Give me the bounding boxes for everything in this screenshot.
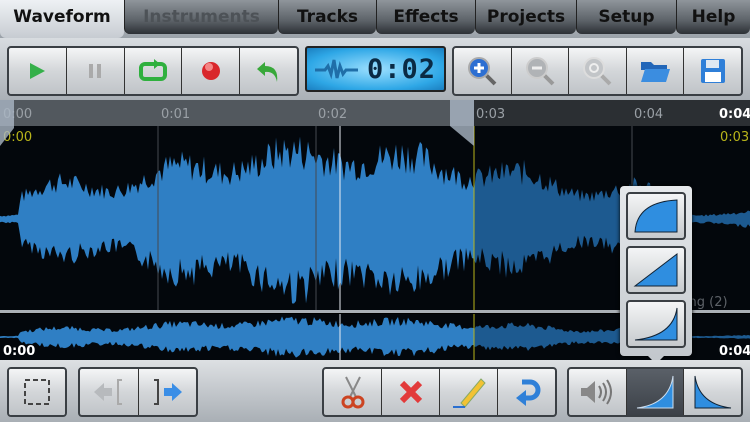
zoom-out-button[interactable] <box>511 48 569 94</box>
draw-button[interactable] <box>440 369 497 415</box>
file-zoom-group <box>452 46 743 96</box>
fade-linear-icon <box>633 252 678 287</box>
scissors-icon <box>341 376 364 409</box>
record-button[interactable] <box>182 48 240 94</box>
play-button[interactable] <box>9 48 66 94</box>
tab-effects[interactable]: Effects <box>376 0 475 34</box>
pause-button[interactable] <box>66 48 124 94</box>
tick-label: 0:04 <box>634 107 664 122</box>
end-time-label: 0:04 <box>719 107 750 122</box>
tab-projects[interactable]: Projects <box>475 0 576 34</box>
fade-convex-button[interactable] <box>626 192 686 240</box>
tab-bar: Waveform Instruments Tracks Effects Proj… <box>0 0 750 38</box>
open-button[interactable] <box>626 48 684 94</box>
extend-left-button[interactable] <box>80 369 138 415</box>
tick-label: 0:02 <box>318 107 348 122</box>
volume-group <box>567 367 743 417</box>
waveform-shape <box>474 159 750 279</box>
selection-end-label: 0:03 <box>720 130 750 145</box>
x-icon <box>399 380 422 404</box>
selection-start-handle[interactable] <box>0 100 20 146</box>
fade-out-icon <box>694 375 731 409</box>
pause-icon <box>89 64 102 78</box>
redo-button[interactable] <box>498 369 555 415</box>
loop-icon <box>138 59 167 81</box>
loop-button[interactable] <box>124 48 182 94</box>
record-icon <box>201 62 220 80</box>
selection-icon <box>24 379 50 405</box>
transport-group <box>7 46 299 96</box>
volume-button[interactable] <box>569 369 626 415</box>
waveform-shape <box>0 136 474 304</box>
selection-end-handle[interactable] <box>450 100 476 146</box>
overview-start-label: 0:00 <box>3 344 36 359</box>
play-icon <box>30 63 46 79</box>
fade-in-button[interactable] <box>626 369 684 415</box>
fade-out-button[interactable] <box>684 369 741 415</box>
fade-concave-icon <box>634 307 678 341</box>
tab-tracks[interactable]: Tracks <box>278 0 376 34</box>
edit-group <box>322 367 557 417</box>
pencil-icon <box>452 378 486 408</box>
overview-end-label: 0:04 <box>719 344 750 359</box>
tab-waveform[interactable]: Waveform <box>0 0 124 38</box>
select-group <box>7 367 67 417</box>
bracket-arrow-right-icon <box>154 379 183 405</box>
edit-toolbar <box>0 360 750 422</box>
speaker-icon <box>581 379 613 405</box>
zoom-in-icon <box>468 57 497 86</box>
delete-button[interactable] <box>382 369 439 415</box>
ruler-selection <box>0 100 474 126</box>
fade-menu <box>620 186 692 356</box>
zoom-in-button[interactable] <box>454 48 511 94</box>
select-all-button[interactable] <box>9 369 65 415</box>
tick-label: 0:03 <box>476 107 506 122</box>
time-display: 0:02 <box>305 46 446 92</box>
undo-icon <box>256 62 277 82</box>
save-button[interactable] <box>684 48 741 94</box>
fade-in-icon <box>636 375 674 409</box>
undo-button[interactable] <box>240 48 297 94</box>
save-icon <box>700 59 725 83</box>
extend-right-button[interactable] <box>138 369 196 415</box>
extend-group <box>78 367 198 417</box>
waveform-icon <box>315 59 358 80</box>
fade-concave-button[interactable] <box>626 300 686 348</box>
waveform-shape <box>0 316 474 358</box>
tab-help[interactable]: Help <box>676 0 750 34</box>
redo-icon <box>515 379 540 406</box>
arrow-left-bracket-icon <box>93 379 122 405</box>
fade-convex-icon <box>634 199 678 233</box>
tick-label: 0:01 <box>161 107 191 122</box>
zoom-fit-button[interactable] <box>569 48 626 94</box>
waveform-shape <box>474 322 750 351</box>
fade-linear-button[interactable] <box>626 246 686 294</box>
cut-button[interactable] <box>324 369 381 415</box>
tab-instruments[interactable]: Instruments <box>124 0 278 34</box>
zoom-fit-icon <box>583 57 612 86</box>
time-display-value: 0:02 <box>366 54 436 85</box>
tab-setup[interactable]: Setup <box>576 0 676 34</box>
zoom-out-icon <box>525 57 555 86</box>
folder-icon <box>641 62 671 82</box>
